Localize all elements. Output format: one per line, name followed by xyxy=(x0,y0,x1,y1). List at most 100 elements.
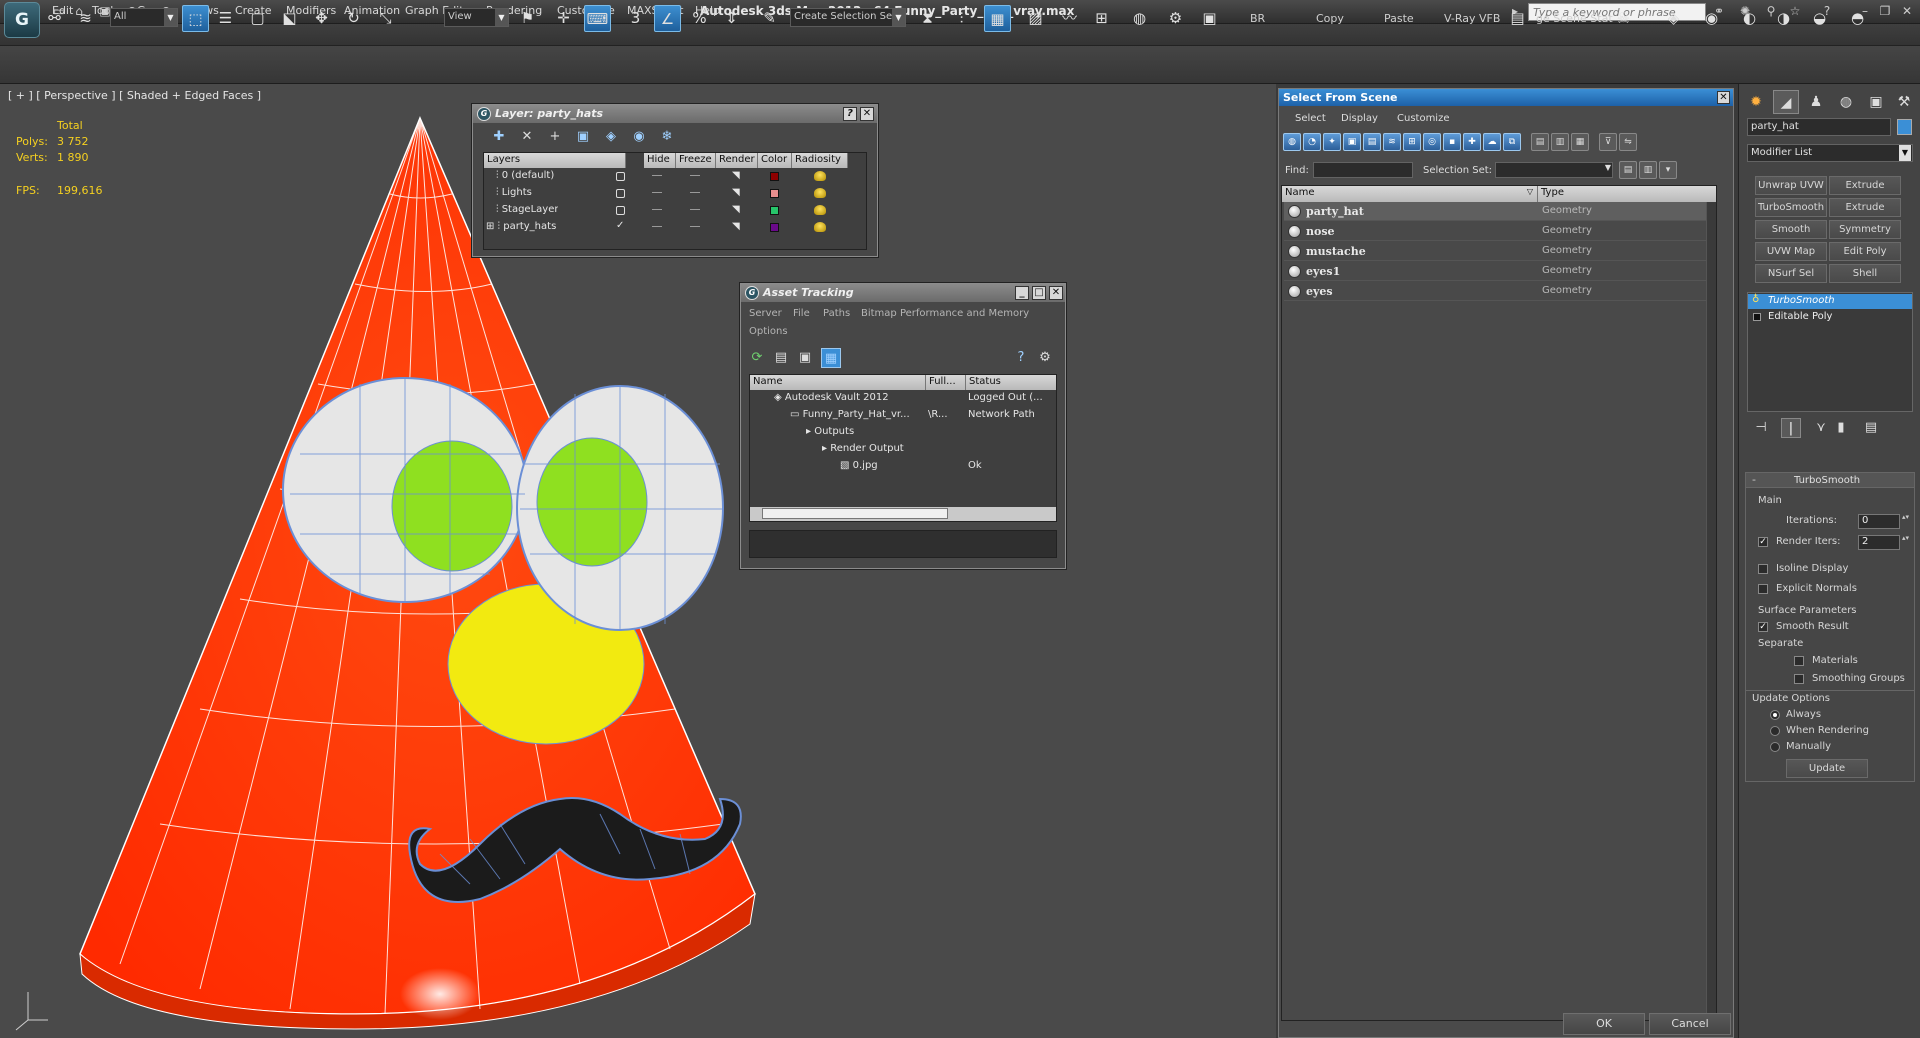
asset-list-view-icon[interactable]: ▤ xyxy=(771,348,791,368)
layer-row[interactable]: ⫶ StageLayer xyxy=(496,204,558,215)
layer-radiosity-icon[interactable] xyxy=(814,222,826,235)
layer-col-radiosity[interactable]: Radiosity xyxy=(792,153,848,168)
turbosmooth-rollout-header[interactable]: - TurboSmooth xyxy=(1746,473,1914,488)
layer-panel-title-bar[interactable]: G Layer: party_hats ? ✕ xyxy=(473,105,877,123)
modifier-button[interactable]: Unwrap UVW xyxy=(1755,176,1827,195)
display-helpers-icon[interactable]: ▤ xyxy=(1363,133,1381,151)
display-bones-icon[interactable]: ▪ xyxy=(1443,133,1461,151)
layer-manager-icon[interactable]: ▦ xyxy=(984,5,1011,32)
layer-render-icon[interactable]: ◥ xyxy=(732,170,740,181)
separate-smoothing-groups-checkbox[interactable] xyxy=(1794,674,1804,684)
modifier-button[interactable]: Shell xyxy=(1829,264,1901,283)
extra-tool-e-icon[interactable]: ◒ xyxy=(1806,5,1833,32)
asset-horizontal-scrollbar[interactable] xyxy=(750,507,1056,521)
sync-selection-icon[interactable]: ⇋ xyxy=(1619,133,1637,151)
modifier-button[interactable]: Extrude xyxy=(1829,176,1901,195)
display-tab-icon[interactable]: ▣ xyxy=(1863,90,1889,114)
scene-object-row[interactable]: eyes1 Geometry xyxy=(1284,262,1714,281)
vray-vfb-button[interactable]: V-Ray VFB xyxy=(1444,12,1500,25)
asset-close-icon[interactable]: ✕ xyxy=(1049,286,1063,300)
layer-render-icon[interactable]: ◥ xyxy=(732,221,740,232)
sfs-col-name[interactable]: Name ▽ xyxy=(1282,186,1538,202)
asset-menu-paths[interactable]: Paths xyxy=(823,308,850,319)
restore-window-icon[interactable]: ❐ xyxy=(1876,3,1894,20)
render-setup-icon[interactable]: ⚙ xyxy=(1162,5,1189,32)
display-xrefs-icon[interactable]: ◎ xyxy=(1423,133,1441,151)
percent-snap-icon[interactable]: % xyxy=(686,5,713,32)
skull-icon[interactable]: ☠ xyxy=(1610,5,1637,32)
scene-object-row[interactable]: nose Geometry xyxy=(1284,222,1714,241)
select-object-icon[interactable]: ⬚ xyxy=(182,5,209,32)
select-invert-icon[interactable]: ▦ xyxy=(1571,133,1589,151)
pivot-point-center-icon[interactable]: ⚑ xyxy=(514,5,541,32)
layer-hide-toggle[interactable] xyxy=(652,204,662,215)
asset-tracking-title-bar[interactable]: G Asset Tracking _ □ ✕ xyxy=(741,284,1065,302)
layer-col-freeze[interactable]: Freeze xyxy=(676,153,716,168)
display-all-icon[interactable]: ✚ xyxy=(1463,133,1481,151)
asset-menu-options[interactable]: Options xyxy=(749,326,788,337)
show-end-result-icon[interactable]: | xyxy=(1781,418,1801,438)
viewport-label[interactable]: [ + ] [ Perspective ] [ Shaded + Edged F… xyxy=(8,89,261,102)
highlight-layer-icon[interactable]: ◈ xyxy=(601,127,621,147)
modifier-list-dropdown[interactable]: Modifier List ▼ xyxy=(1747,144,1913,162)
layer-col-layers[interactable]: Layers xyxy=(484,153,626,168)
scene-object-row[interactable]: eyes Geometry xyxy=(1284,282,1714,301)
update-always-radio[interactable] xyxy=(1770,710,1780,720)
separate-materials-checkbox[interactable] xyxy=(1794,656,1804,666)
angle-snap-icon[interactable]: ∠ xyxy=(654,5,681,32)
asset-menu-bitmap-performance[interactable]: Bitmap Performance and Memory xyxy=(861,308,1029,319)
graphite-tools-icon[interactable]: ▨ xyxy=(1022,5,1049,32)
layer-freeze-toggle[interactable] xyxy=(690,187,700,198)
display-spacewarps-icon[interactable]: ≋ xyxy=(1383,133,1401,151)
asset-menu-file[interactable]: File xyxy=(793,308,810,319)
explicit-normals-checkbox[interactable] xyxy=(1758,584,1768,594)
select-from-scene-title-bar[interactable]: Select From Scene ✕ xyxy=(1279,89,1733,106)
br-button[interactable]: BR xyxy=(1250,12,1265,25)
extra-tool-c-icon[interactable]: ◐ xyxy=(1736,5,1763,32)
asset-minimize-icon[interactable]: _ xyxy=(1015,286,1029,300)
make-unique-icon[interactable]: ⋎ xyxy=(1811,418,1831,438)
modifier-button[interactable]: NSurf Sel xyxy=(1755,264,1827,283)
paste-button[interactable]: Paste xyxy=(1384,12,1414,25)
ok-button[interactable]: OK xyxy=(1563,1013,1645,1035)
render-iters-spinner[interactable]: 2 xyxy=(1858,534,1908,550)
selection-set-add-icon[interactable]: ▤ xyxy=(1619,161,1637,179)
layer-color-swatch[interactable] xyxy=(770,223,779,235)
bind-space-warp-icon[interactable]: ≋ xyxy=(72,5,99,32)
layer-panel-help-icon[interactable]: ? xyxy=(843,107,857,121)
layer-row[interactable]: ⫶ 0 (default) xyxy=(496,170,554,181)
find-input[interactable] xyxy=(1313,162,1413,178)
scene-stat-button[interactable]: ge Scene Stat xyxy=(1536,12,1613,25)
scene-object-row[interactable]: mustache Geometry xyxy=(1284,242,1714,261)
update-manually-radio[interactable] xyxy=(1770,742,1780,752)
asset-refresh-icon[interactable]: ⟳ xyxy=(747,348,767,368)
material-editor-icon[interactable]: ◍ xyxy=(1126,5,1153,32)
layer-freeze-toggle[interactable] xyxy=(690,170,700,181)
asset-table-view-icon[interactable]: ▦ xyxy=(821,348,841,368)
layer-row[interactable]: ⫶ Lights xyxy=(496,187,532,198)
extra-tool-d-icon[interactable]: ◑ xyxy=(1770,5,1797,32)
pin-stack-icon[interactable]: ⊣ xyxy=(1751,418,1771,438)
layer-active-check-icon[interactable]: ✓ xyxy=(616,220,624,231)
select-and-rotate-icon[interactable]: ↻ xyxy=(340,5,367,32)
layer-color-swatch[interactable] xyxy=(770,206,779,218)
snaps-toggle-icon[interactable]: 3 xyxy=(622,5,649,32)
filter-icon[interactable]: ⊽ xyxy=(1599,133,1617,151)
layer-freeze-toggle[interactable] xyxy=(690,221,700,232)
expand-box-icon[interactable] xyxy=(1753,313,1761,321)
layer-radiosity-icon[interactable] xyxy=(814,205,826,218)
layer-color-swatch[interactable] xyxy=(770,172,779,184)
selection-set-options-icon[interactable]: ▾ xyxy=(1659,161,1677,179)
scene-list-scrollbar[interactable] xyxy=(1706,202,1716,1020)
close-window-icon[interactable]: ✕ xyxy=(1898,3,1916,20)
select-and-move-icon[interactable]: ✥ xyxy=(308,5,335,32)
modifier-button[interactable]: UVW Map xyxy=(1755,242,1827,261)
asset-menu-server[interactable]: Server xyxy=(749,308,782,319)
layer-color-swatch[interactable] xyxy=(770,189,779,201)
hierarchy-tab-icon[interactable]: ♟ xyxy=(1803,90,1829,114)
stack-item[interactable]: ♁ TurboSmooth xyxy=(1748,294,1912,309)
display-shapes-icon[interactable]: ◔ xyxy=(1303,133,1321,151)
modifier-button[interactable]: Smooth xyxy=(1755,220,1827,239)
asset-details-field[interactable] xyxy=(749,530,1057,558)
edit-named-selection-icon[interactable]: ✎ xyxy=(756,5,783,32)
